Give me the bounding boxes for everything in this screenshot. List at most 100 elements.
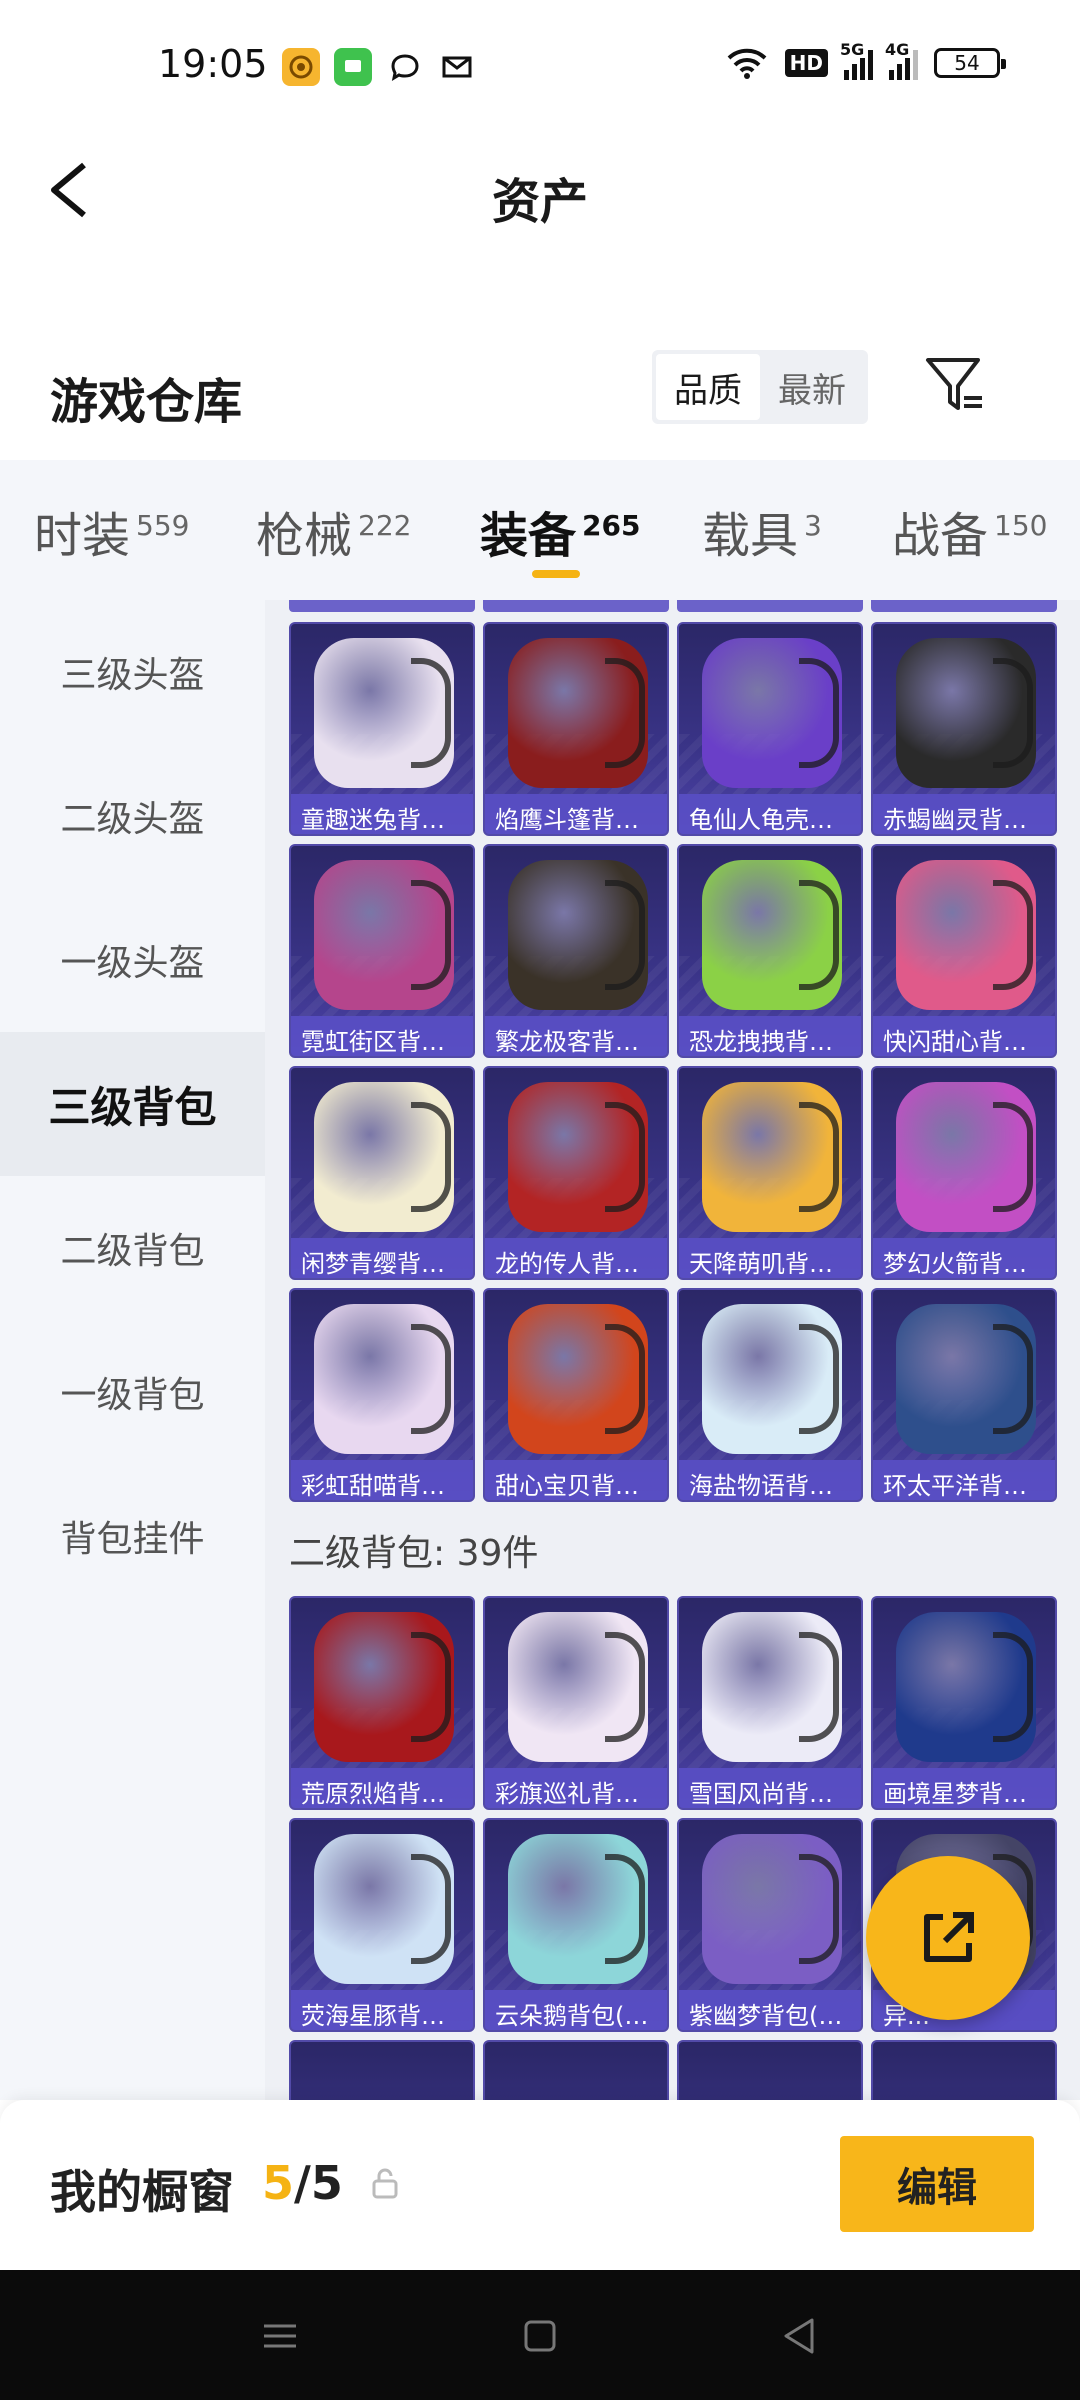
tab-fashion[interactable]: 时装 559 [34, 496, 189, 566]
app-notification-icon [282, 48, 320, 86]
share-icon [924, 1912, 974, 1962]
item-card-partial[interactable] [677, 2040, 863, 2100]
item-card-partial[interactable] [871, 2040, 1057, 2100]
battery-icon: 54 [934, 48, 1006, 78]
sidebar-item-level3-helmet[interactable]: 三级头盔 [0, 600, 265, 744]
item-card[interactable]: 龟仙人龟壳背... [677, 622, 863, 836]
item-card[interactable]: 甜心宝贝背包... [483, 1288, 669, 1502]
item-name: 龙的传人背包... [485, 1238, 667, 1278]
item-card-partial[interactable] [289, 2040, 475, 2100]
warehouse-header: 游戏仓库 品质 最新 [0, 340, 1080, 460]
edit-button[interactable]: 编辑 [840, 2136, 1034, 2232]
tab-firearms[interactable]: 枪械 222 [256, 496, 411, 566]
item-name: 恐龙拽拽背包... [679, 1016, 861, 1056]
item-card[interactable]: 画境星梦背包... [871, 1596, 1057, 1810]
item-card[interactable]: 彩旗巡礼背包... [483, 1596, 669, 1810]
backpack-strap [799, 880, 839, 990]
filter-button[interactable] [920, 350, 990, 420]
menu-icon[interactable] [250, 2306, 310, 2366]
active-tab-indicator [532, 570, 580, 578]
partial-card [871, 600, 1057, 612]
tab-equipment[interactable]: 装备 265 [480, 496, 640, 566]
item-name: 快闪甜心背包... [873, 1016, 1055, 1056]
notification-icons [282, 48, 476, 86]
item-name: 海盐物语背包... [679, 1460, 861, 1500]
item-name: 彩虹甜喵背包... [291, 1460, 473, 1500]
item-name: 霓虹街区背包... [291, 1016, 473, 1056]
item-name: 甜心宝贝背包... [485, 1460, 667, 1500]
backpack-strap [411, 1632, 451, 1742]
item-card[interactable]: 恐龙拽拽背包... [677, 844, 863, 1058]
item-name: 天降萌叽背包... [679, 1238, 861, 1278]
sidebar-item-level2-helmet[interactable]: 二级头盔 [0, 744, 265, 888]
item-name: 闲梦青缨背包... [291, 1238, 473, 1278]
item-name: 雪国风尚背包... [679, 1768, 861, 1808]
item-card[interactable]: 彩虹甜喵背包... [289, 1288, 475, 1502]
item-name: 童趣迷兔背包... [291, 794, 473, 834]
item-card[interactable]: 天降萌叽背包... [677, 1066, 863, 1280]
backpack-strap [411, 1102, 451, 1212]
item-card[interactable]: 雪国风尚背包... [677, 1596, 863, 1810]
sort-quality-option[interactable]: 品质 [656, 354, 760, 420]
item-card[interactable]: 繁龙极客背包... [483, 844, 669, 1058]
item-name: 梦幻火箭背包... [873, 1238, 1055, 1278]
item-card[interactable]: 童趣迷兔背包... [289, 622, 475, 836]
back-nav-icon[interactable] [770, 2306, 830, 2366]
section-title: 游戏仓库 [50, 374, 243, 430]
item-name: 繁龙极客背包... [485, 1016, 667, 1056]
hd-voice-badge: HD [784, 49, 828, 77]
item-card[interactable]: 焰鹰斗篷背包... [483, 622, 669, 836]
item-name: 荒原烈焰背包... [291, 1768, 473, 1808]
item-name: 焰鹰斗篷背包... [485, 794, 667, 834]
item-card[interactable]: 快闪甜心背包... [871, 844, 1057, 1058]
sort-newest-option[interactable]: 最新 [760, 354, 864, 420]
page-title: 资产 [491, 174, 588, 230]
status-time: 19:05 [158, 42, 268, 86]
sidebar-item-level1-helmet[interactable]: 一级头盔 [0, 888, 265, 1032]
backpack-strap [411, 880, 451, 990]
backpack-strap [993, 658, 1033, 768]
item-card[interactable]: 荧海星豚背包... [289, 1818, 475, 2032]
item-card[interactable]: 荒原烈焰背包... [289, 1596, 475, 1810]
backpack-strap [605, 880, 645, 990]
sidebar-item-level1-backpack[interactable]: 一级背包 [0, 1320, 265, 1464]
filter-icon [926, 358, 982, 410]
tab-vehicles[interactable]: 载具 3 [702, 496, 822, 566]
backpack-strap [605, 658, 645, 768]
tab-supplies[interactable]: 战备 150 [892, 496, 1047, 566]
backpack-strap [993, 1324, 1033, 1434]
backpack-strap [799, 658, 839, 768]
item-card[interactable]: 梦幻火箭背包... [871, 1066, 1057, 1280]
sort-toggle: 品质 最新 [652, 350, 868, 424]
backpack-strap [605, 1854, 645, 1964]
backpack-strap [411, 1854, 451, 1964]
subcategory-sidebar: 三级头盔 二级头盔 一级头盔 三级背包 二级背包 一级背包 背包挂件 [0, 600, 265, 2100]
share-fab-button[interactable] [866, 1856, 1030, 2020]
item-card[interactable]: 环太平洋背包... [871, 1288, 1057, 1502]
item-name: 赤蝎幽灵背包... [873, 794, 1055, 834]
item-card[interactable]: 赤蝎幽灵背包... [871, 622, 1057, 836]
home-icon[interactable] [510, 2306, 570, 2366]
category-tabs: 时装 559 枪械 222 装备 265 载具 3 战备 150 [0, 460, 1080, 600]
item-card[interactable]: 闲梦青缨背包... [289, 1066, 475, 1280]
showcase-label: 我的橱窗 [50, 2165, 234, 2219]
item-name: 紫幽梦背包(2... [679, 1990, 861, 2030]
signal-4g-icon: 4G [885, 40, 918, 80]
backpack-strap [799, 1632, 839, 1742]
backpack-strap [993, 1102, 1033, 1212]
backpack-strap [605, 1632, 645, 1742]
item-card-partial[interactable] [483, 2040, 669, 2100]
sidebar-item-level2-backpack[interactable]: 二级背包 [0, 1176, 265, 1320]
item-card[interactable]: 海盐物语背包... [677, 1288, 863, 1502]
app-header: 资产 [0, 130, 1080, 250]
item-card[interactable]: 龙的传人背包... [483, 1066, 669, 1280]
item-card[interactable]: 云朵鹅背包(2... [483, 1818, 669, 2032]
item-card[interactable]: 紫幽梦背包(2... [677, 1818, 863, 2032]
wifi-icon [727, 48, 767, 79]
partial-card [483, 600, 669, 612]
sidebar-item-level3-backpack[interactable]: 三级背包 [0, 1032, 265, 1176]
backpack-strap [605, 1324, 645, 1434]
item-name: 荧海星豚背包... [291, 1990, 473, 2030]
sidebar-item-backpack-charm[interactable]: 背包挂件 [0, 1464, 265, 1608]
item-card[interactable]: 霓虹街区背包... [289, 844, 475, 1058]
